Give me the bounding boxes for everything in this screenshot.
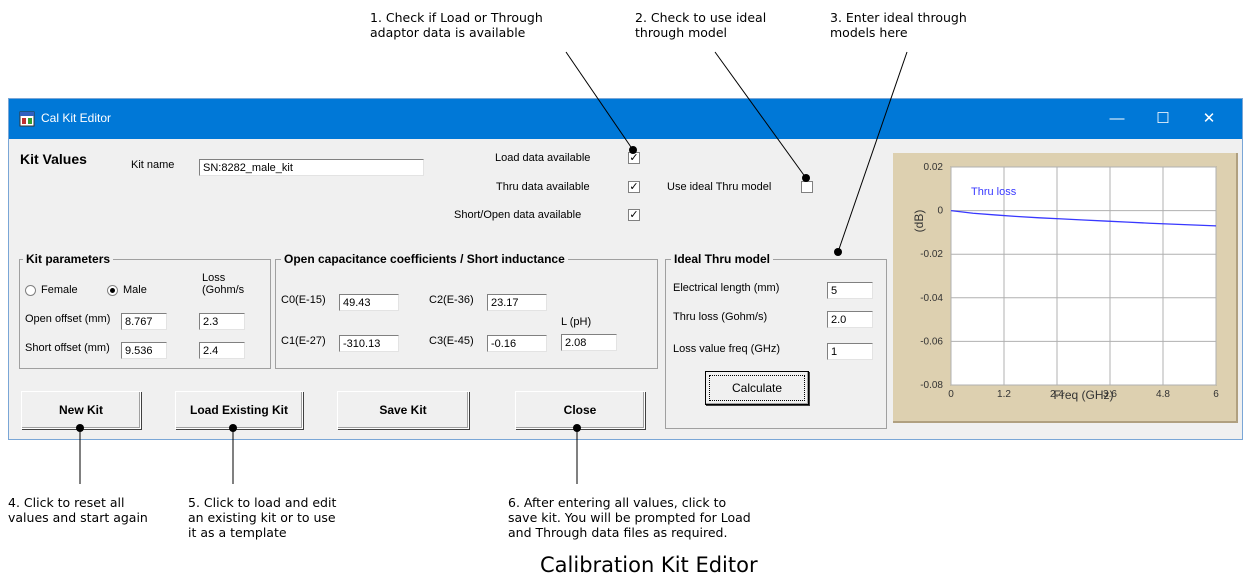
kit-parameters-title: Kit parameters <box>23 252 114 266</box>
l-input[interactable]: 2.08 <box>561 334 617 351</box>
coefficients-group <box>275 259 658 369</box>
callout-3: 3. Enter ideal through models here <box>830 10 967 40</box>
c0-label: C0(E-15) <box>281 294 326 306</box>
electrical-length-label: Electrical length (mm) <box>673 282 780 294</box>
short-loss-input[interactable]: 2.4 <box>199 342 245 359</box>
x-tick-label: 4.8 <box>1156 389 1170 400</box>
minimize-button[interactable]: — <box>1094 99 1140 139</box>
x-tick-label: 0 <box>948 389 954 400</box>
calculate-button[interactable]: Calculate <box>705 371 809 405</box>
x-tick-label: 1.2 <box>997 389 1011 400</box>
maximize-button[interactable]: ☐ <box>1140 99 1186 139</box>
y-tick-label: -0.06 <box>920 336 943 347</box>
open-loss-input[interactable]: 2.3 <box>199 313 245 330</box>
c1-input[interactable]: -310.13 <box>339 335 399 352</box>
male-radio[interactable] <box>107 285 118 296</box>
thru-data-checkbox[interactable]: ✓ <box>628 181 640 193</box>
thru-loss-label: Thru loss (Gohm/s) <box>673 311 768 323</box>
y-tick-label: -0.04 <box>920 293 943 304</box>
app-icon <box>19 111 35 127</box>
coefficients-title: Open capacitance coefficients / Short in… <box>281 252 568 266</box>
callout-2: 2. Check to use ideal through model <box>635 10 767 40</box>
close-button[interactable]: Close <box>515 391 645 429</box>
y-tick-label: 0 <box>937 206 943 217</box>
plot-area <box>950 166 1217 386</box>
y-tick-label: -0.02 <box>920 249 943 260</box>
ideal-thru-title: Ideal Thru model <box>671 252 774 266</box>
callout-5: 5. Click to load and edit an existing ki… <box>188 495 337 540</box>
open-offset-input[interactable]: 8.767 <box>121 313 167 330</box>
short-open-data-label: Short/Open data available <box>454 209 582 221</box>
callout-6: 6. After entering all values, click to s… <box>508 495 751 540</box>
loss-column-label: Loss (Gohm/s <box>202 272 245 296</box>
c2-input[interactable]: 23.17 <box>487 294 547 311</box>
series-label-thru-loss: Thru loss <box>971 186 1017 198</box>
thru-loss-input[interactable]: 2.0 <box>827 311 873 328</box>
load-data-checkbox[interactable]: ✓ <box>628 152 640 164</box>
female-label: Female <box>41 284 78 296</box>
save-kit-button[interactable]: Save Kit <box>337 391 469 429</box>
window-title: Cal Kit Editor <box>41 111 112 125</box>
l-label: L (pH) <box>561 316 592 328</box>
male-label: Male <box>123 284 147 296</box>
c1-label: C1(E-27) <box>281 335 326 347</box>
thru-loss-chart: 0 1.2 2.4 3.6 4.8 6 0.02 0 -0.02 -0.04 -0.06 -0.08 T… <box>893 153 1238 423</box>
y-tick-label: -0.08 <box>920 380 943 391</box>
kit-name-input[interactable]: SN:8282_male_kit <box>199 159 424 176</box>
c0-input[interactable]: 49.43 <box>339 294 399 311</box>
title-bar[interactable]: Cal Kit Editor — ☐ ✕ <box>9 99 1242 139</box>
callout-1: 1. Check if Load or Through adaptor data… <box>370 10 543 40</box>
thru-data-label: Thru data available <box>496 181 590 193</box>
ideal-thru-label: Use ideal Thru model <box>667 181 772 193</box>
callout-4: 4. Click to reset all values and start a… <box>8 495 148 525</box>
c3-label: C3(E-45) <box>429 335 474 347</box>
ideal-thru-checkbox[interactable] <box>801 181 813 193</box>
short-offset-label: Short offset (mm) <box>25 342 110 354</box>
x-tick-label: 6 <box>1213 389 1219 400</box>
y-axis-label: (dB) <box>912 210 926 233</box>
loss-freq-input[interactable]: 1 <box>827 343 873 360</box>
short-offset-input[interactable]: 9.536 <box>121 342 167 359</box>
female-radio[interactable] <box>25 285 36 296</box>
close-window-button[interactable]: ✕ <box>1186 99 1232 139</box>
cal-kit-editor-window: Cal Kit Editor — ☐ ✕ Kit Values Kit name… <box>8 98 1243 440</box>
figure-caption: Calibration Kit Editor <box>540 553 758 577</box>
kit-name-label: Kit name <box>131 159 175 171</box>
open-offset-label: Open offset (mm) <box>25 313 111 325</box>
loss-freq-label: Loss value freq (GHz) <box>673 343 780 355</box>
load-data-label: Load data available <box>495 152 591 164</box>
y-tick-label: 0.02 <box>924 162 944 173</box>
c3-input[interactable]: -0.16 <box>487 335 547 352</box>
x-axis-label: Freq (GHz) <box>1054 388 1114 402</box>
load-existing-kit-button[interactable]: Load Existing Kit <box>175 391 303 429</box>
electrical-length-input[interactable]: 5 <box>827 282 873 299</box>
short-open-data-checkbox[interactable]: ✓ <box>628 209 640 221</box>
thru-loss-plot: 0 1.2 2.4 3.6 4.8 60.020-0.02-0.04-0.06-0.08T… <box>912 162 1219 402</box>
new-kit-button[interactable]: New Kit <box>21 391 141 429</box>
kit-values-heading: Kit Values <box>20 151 87 167</box>
c2-label: C2(E-36) <box>429 294 474 306</box>
